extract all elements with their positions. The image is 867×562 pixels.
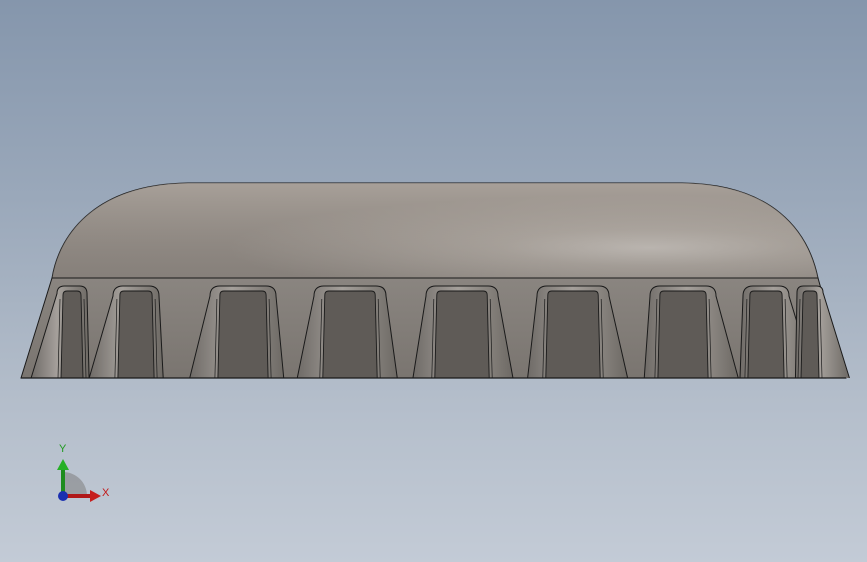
rib-window	[60, 290, 84, 379]
rib-window	[322, 290, 378, 379]
z-axis-dot	[58, 491, 68, 501]
rib-window	[747, 290, 785, 379]
rib-window	[217, 290, 269, 379]
y-axis-arrowhead	[57, 459, 69, 470]
x-axis-arrowhead	[90, 490, 101, 502]
x-axis-label: X	[102, 487, 110, 499]
rib-window	[545, 290, 601, 379]
rib-window	[434, 290, 490, 379]
part-model[interactable]	[0, 0, 867, 562]
rib-window	[117, 290, 155, 379]
axis-triad-graphic	[57, 459, 101, 502]
y-axis-label: Y	[59, 443, 67, 455]
rib-window	[800, 290, 820, 379]
triad-plane-shade	[63, 472, 87, 496]
rib-window	[657, 290, 709, 379]
graphics-viewport[interactable]: Y X	[0, 0, 867, 562]
axis-triad: Y X	[40, 438, 120, 518]
